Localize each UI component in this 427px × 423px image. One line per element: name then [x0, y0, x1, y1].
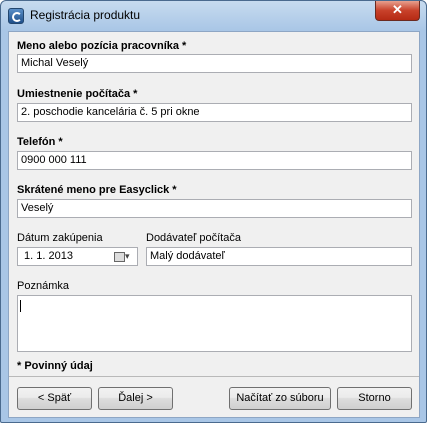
supplier-field[interactable]: Malý dodávateľ [146, 247, 412, 266]
location-field[interactable]: 2. poschodie kancelária č. 5 pri okne [17, 103, 412, 122]
registration-window: Registrácia produktu ✕ Meno alebo pozíci… [0, 0, 427, 423]
purchase-date-value: 1. 1. 2013 [24, 250, 73, 262]
window-title: Registrácia produktu [30, 8, 141, 22]
close-icon: ✕ [392, 2, 403, 17]
purchase-date-picker[interactable]: 1. 1. 2013 ▾ [17, 247, 138, 266]
load-from-file-button[interactable]: Načítať zo súboru [229, 387, 331, 410]
name-field[interactable]: Michal Veselý [17, 54, 412, 73]
back-button[interactable]: < Späť [17, 387, 92, 410]
calendar-icon[interactable]: ▾ [114, 251, 134, 262]
title-bar[interactable]: Registrácia produktu ✕ [1, 1, 426, 31]
purchase-date-label: Dátum zakúpenia [17, 232, 103, 244]
dialog-body: Meno alebo pozícia pracovníka * Michal V… [8, 31, 420, 418]
location-label: Umiestnenie počítača * [17, 88, 138, 100]
close-button[interactable]: ✕ [375, 1, 420, 21]
app-icon [8, 8, 24, 24]
note-textarea[interactable] [17, 295, 412, 352]
note-label: Poznámka [17, 280, 69, 292]
phone-field[interactable]: 0900 000 111 [17, 151, 412, 170]
short-name-label: Skrátené meno pre Easyclick * [17, 184, 177, 196]
supplier-label: Dodávateľ počítača [146, 232, 241, 244]
phone-label: Telefón * [17, 136, 63, 148]
required-note: * Povinný údaj [17, 360, 93, 372]
short-name-field[interactable]: Veselý [17, 199, 412, 218]
next-button[interactable]: Ďalej > [98, 387, 173, 410]
cancel-button[interactable]: Storno [337, 387, 412, 410]
name-label: Meno alebo pozícia pracovníka * [17, 40, 187, 52]
button-separator [9, 376, 419, 377]
text-caret [20, 300, 21, 312]
